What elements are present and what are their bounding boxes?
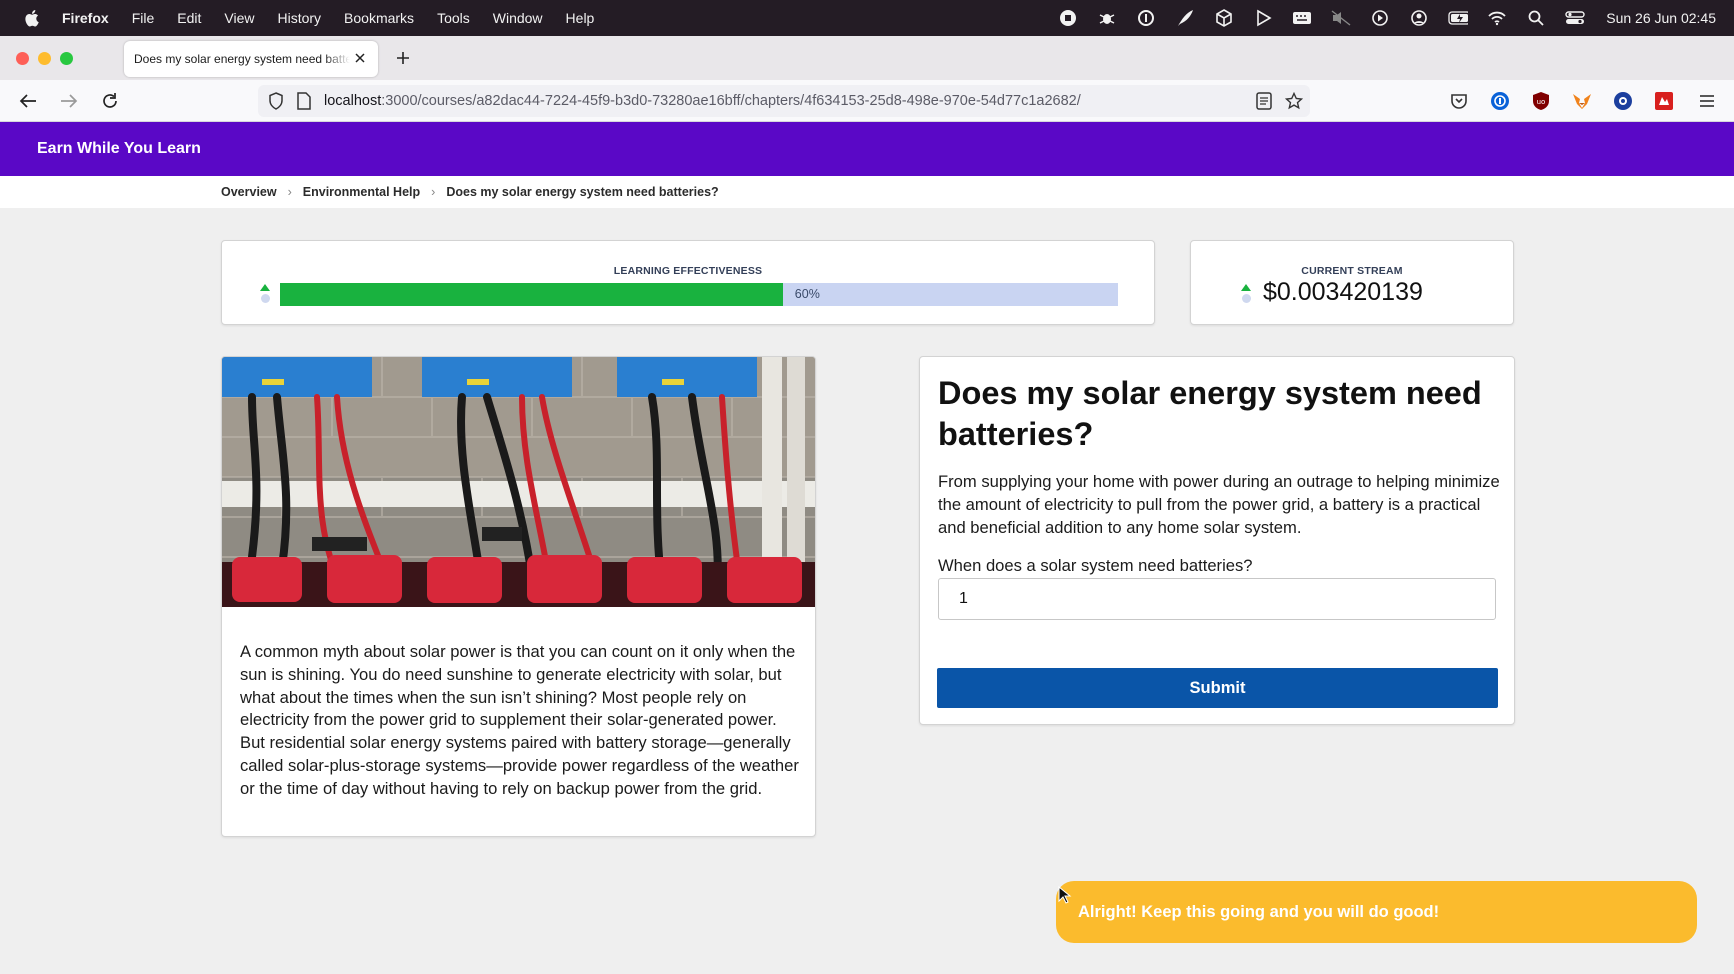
bookmark-star-icon[interactable] — [1284, 91, 1304, 111]
menu-edit[interactable]: Edit — [177, 10, 201, 26]
learning-effectiveness-label: LEARNING EFFECTIVENESS — [613, 265, 763, 277]
app-header: Earn While You Learn — [0, 122, 1734, 176]
breadcrumb-overview[interactable]: Overview — [221, 185, 277, 199]
url-host: localhost — [324, 93, 382, 109]
svg-text:uo: uo — [1537, 98, 1546, 106]
play-circle-icon[interactable] — [1370, 9, 1390, 27]
menu-view[interactable]: View — [224, 10, 254, 26]
pocket-icon[interactable] — [1448, 90, 1470, 112]
status-area: Sun 26 Jun 02:45 — [1058, 0, 1716, 36]
url-bar[interactable]: localhost:3000/courses/a82dac44-7224-45f… — [258, 85, 1310, 117]
play-icon[interactable] — [1253, 9, 1273, 27]
article-card: A common myth about solar power is that … — [221, 356, 816, 837]
bug-icon[interactable] — [1097, 9, 1117, 27]
answer-prompt-label: When does a solar system need batteries? — [938, 556, 1253, 575]
menu-icon[interactable] — [1696, 90, 1718, 112]
menu-window[interactable]: Window — [493, 10, 543, 26]
current-stream-amount: $0.003420139 — [1263, 278, 1423, 306]
password-manager-icon[interactable] — [1489, 90, 1511, 112]
menu-tools[interactable]: Tools — [437, 10, 470, 26]
url-text[interactable]: localhost:3000/courses/a82dac44-7224-45f… — [324, 93, 1234, 109]
menu-help[interactable]: Help — [566, 10, 595, 26]
new-tab-plus-icon[interactable] — [393, 48, 413, 68]
window-close-button[interactable] — [16, 52, 29, 65]
battery-icon[interactable] — [1448, 9, 1469, 27]
url-path: :3000/courses/a82dac44-7224-45f9-b3d0-73… — [381, 93, 1081, 109]
breadcrumb-environmental-help[interactable]: Environmental Help — [303, 185, 420, 199]
effectiveness-progress-fill — [280, 283, 783, 306]
feather-icon[interactable] — [1175, 9, 1195, 27]
circle-i-icon[interactable] — [1136, 9, 1156, 27]
forward-arrow-icon[interactable] — [57, 89, 81, 113]
mute-icon[interactable] — [1331, 9, 1351, 27]
chevron-right-icon: › — [431, 185, 436, 199]
reader-view-icon[interactable] — [1254, 91, 1274, 111]
trend-up-icon — [260, 284, 270, 303]
browser-nav-bar: localhost:3000/courses/a82dac44-7224-45f… — [0, 80, 1734, 122]
learning-effectiveness-card: LEARNING EFFECTIVENESS 60% — [221, 240, 1155, 325]
tab-title: Does my solar energy system need batteri… — [134, 52, 350, 66]
shield-icon[interactable] — [266, 91, 286, 111]
menu-bookmarks[interactable]: Bookmarks — [344, 10, 414, 26]
trend-up-icon — [1241, 284, 1251, 303]
keyboard-icon[interactable] — [1292, 9, 1312, 27]
back-arrow-icon[interactable] — [16, 89, 40, 113]
question-description: From supplying your home with power duri… — [938, 472, 1500, 537]
tab-close-icon[interactable] — [352, 50, 368, 66]
breadcrumb: Overview › Environmental Help › Does my … — [0, 176, 1734, 208]
current-stream-label: CURRENT STREAM — [1301, 265, 1403, 277]
effectiveness-percent: 60% — [794, 287, 820, 301]
menu-file[interactable]: File — [132, 10, 155, 26]
breadcrumb-current: Does my solar energy system need batteri… — [446, 185, 719, 199]
window-minimize-button[interactable] — [38, 52, 51, 65]
apple-icon[interactable] — [22, 9, 40, 27]
mouse-pointer-icon — [1058, 886, 1072, 904]
macos-menu-bar: Firefox File Edit View History Bookmarks… — [0, 0, 1734, 36]
user-icon[interactable] — [1409, 9, 1429, 27]
question-card: Does my solar energy system need batteri… — [919, 356, 1515, 725]
article-body: A common myth about solar power is that … — [240, 642, 799, 798]
effectiveness-progress-bar: 60% — [280, 283, 1118, 306]
menu-app-name[interactable]: Firefox — [62, 10, 109, 26]
browser-tab-active[interactable]: Does my solar energy system need batteri… — [124, 41, 378, 77]
vpn-icon[interactable] — [1612, 90, 1634, 112]
menu-bar-clock[interactable]: Sun 26 Jun 02:45 — [1606, 10, 1716, 26]
wifi-icon[interactable] — [1487, 9, 1507, 27]
menu-history[interactable]: History — [277, 10, 321, 26]
encouragement-toast[interactable]: Alright! Keep this going and you will do… — [1056, 881, 1697, 943]
question-title: Does my solar energy system need batteri… — [938, 375, 1482, 452]
record-icon[interactable] — [1058, 9, 1078, 27]
window-zoom-button[interactable] — [60, 52, 73, 65]
ublock-icon[interactable]: uo — [1530, 90, 1552, 112]
answer-input[interactable] — [938, 578, 1496, 620]
toast-message: Alright! Keep this going and you will do… — [1078, 902, 1440, 921]
current-stream-card: CURRENT STREAM $0.003420139 — [1190, 240, 1514, 325]
app-brand[interactable]: Earn While You Learn — [37, 140, 201, 158]
metamask-icon[interactable] — [1571, 90, 1593, 112]
extension-red-icon[interactable] — [1653, 90, 1675, 112]
browser-tab-strip: Does my solar energy system need batteri… — [0, 36, 1734, 80]
solar-battery-photo — [222, 357, 815, 607]
reload-icon[interactable] — [98, 89, 122, 113]
spotlight-icon[interactable] — [1526, 9, 1546, 27]
control-center-icon[interactable] — [1565, 9, 1585, 27]
submit-button[interactable]: Submit — [937, 668, 1498, 708]
box-icon[interactable] — [1214, 9, 1234, 27]
chevron-right-icon: › — [287, 185, 292, 199]
page-info-icon[interactable] — [294, 91, 314, 111]
